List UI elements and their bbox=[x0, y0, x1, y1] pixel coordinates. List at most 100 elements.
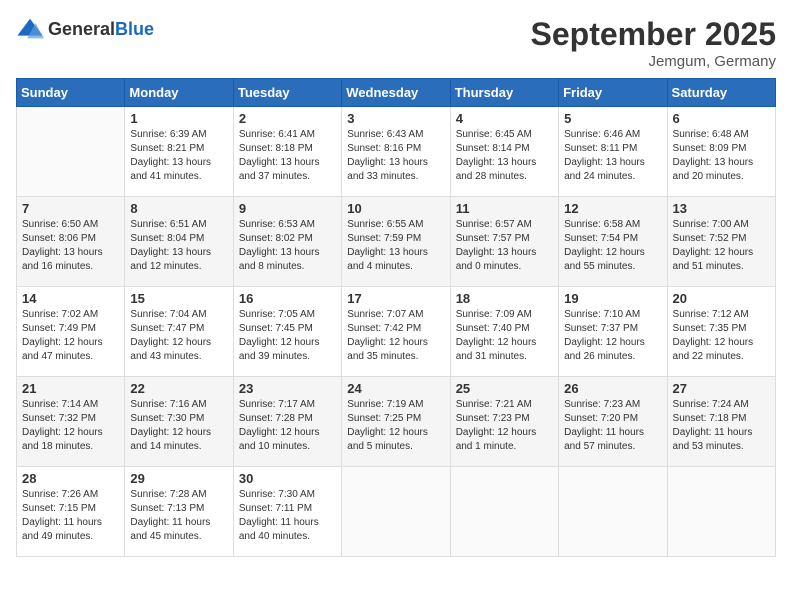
calendar-cell: 21 Sunrise: 7:14 AM Sunset: 7:32 PM Dayli… bbox=[17, 377, 125, 467]
day-info: Sunrise: 7:14 AM Sunset: 7:32 PM Dayligh… bbox=[22, 398, 119, 454]
calendar-week-row: 7 Sunrise: 6:50 AM Sunset: 8:06 PM Daylig… bbox=[17, 197, 776, 287]
day-number: 20 bbox=[673, 291, 770, 306]
logo: GeneralBlue bbox=[16, 16, 154, 44]
day-info: Sunrise: 7:10 AM Sunset: 7:37 PM Dayligh… bbox=[564, 308, 661, 364]
calendar-cell: 30 Sunrise: 7:30 AM Sunset: 7:11 PM Dayli… bbox=[233, 467, 341, 557]
day-number: 29 bbox=[130, 471, 227, 486]
day-number: 13 bbox=[673, 201, 770, 216]
day-info: Sunrise: 6:58 AM Sunset: 7:54 PM Dayligh… bbox=[564, 218, 661, 274]
weekday-header: Monday bbox=[125, 79, 233, 107]
day-info: Sunrise: 7:00 AM Sunset: 7:52 PM Dayligh… bbox=[673, 218, 770, 274]
calendar-cell: 26Sunrise: 7:23 AM Sunset: 7:20 PM Dayli… bbox=[559, 377, 667, 467]
day-info: Sunrise: 7:17 AM Sunset: 7:28 PM Dayligh… bbox=[239, 398, 336, 454]
day-number: 16 bbox=[239, 291, 336, 306]
calendar-cell: 15Sunrise: 7:04 AM Sunset: 7:47 PM Dayli… bbox=[125, 287, 233, 377]
weekday-header: Saturday bbox=[667, 79, 775, 107]
calendar-cell: 27 Sunrise: 7:24 AM Sunset: 7:18 PM Dayli… bbox=[667, 377, 775, 467]
logo-general: GeneralBlue bbox=[48, 20, 154, 40]
day-info: Sunrise: 6:46 AM Sunset: 8:11 PM Dayligh… bbox=[564, 128, 661, 184]
day-number: 11 bbox=[456, 201, 553, 216]
header: GeneralBlue September 2025 Jemgum, Germa… bbox=[16, 16, 776, 70]
day-info: Sunrise: 7:30 AM Sunset: 7:11 PM Dayligh… bbox=[239, 488, 336, 544]
calendar-cell: 20Sunrise: 7:12 AM Sunset: 7:35 PM Dayli… bbox=[667, 287, 775, 377]
day-info: Sunrise: 6:45 AM Sunset: 8:14 PM Dayligh… bbox=[456, 128, 553, 184]
calendar-cell: 14 Sunrise: 7:02 AM Sunset: 7:49 PM Dayli… bbox=[17, 287, 125, 377]
day-info: Sunrise: 7:26 AM Sunset: 7:15 PM Dayligh… bbox=[22, 488, 119, 544]
calendar-cell: 8 Sunrise: 6:51 AM Sunset: 8:04 PM Daylig… bbox=[125, 197, 233, 287]
day-number: 9 bbox=[239, 201, 336, 216]
calendar-cell: 3 Sunrise: 6:43 AM Sunset: 8:16 PM Daylig… bbox=[342, 107, 450, 197]
calendar-table: SundayMondayTuesdayWednesdayThursdayFrid… bbox=[16, 78, 776, 557]
calendar-cell: 2Sunrise: 6:41 AM Sunset: 8:18 PM Daylig… bbox=[233, 107, 341, 197]
calendar-cell: 23 Sunrise: 7:17 AM Sunset: 7:28 PM Dayli… bbox=[233, 377, 341, 467]
calendar-cell: 28 Sunrise: 7:26 AM Sunset: 7:15 PM Dayli… bbox=[17, 467, 125, 557]
calendar-cell: 5 Sunrise: 6:46 AM Sunset: 8:11 PM Daylig… bbox=[559, 107, 667, 197]
day-number: 3 bbox=[347, 111, 444, 126]
calendar-cell bbox=[17, 107, 125, 197]
calendar-cell: 29 Sunrise: 7:28 AM Sunset: 7:13 PM Dayli… bbox=[125, 467, 233, 557]
day-info: Sunrise: 6:57 AM Sunset: 7:57 PM Dayligh… bbox=[456, 218, 553, 274]
day-number: 27 bbox=[673, 381, 770, 396]
day-info: Sunrise: 7:16 AM Sunset: 7:30 PM Dayligh… bbox=[130, 398, 227, 454]
day-info: Sunrise: 7:24 AM Sunset: 7:18 PM Dayligh… bbox=[673, 398, 770, 454]
day-info: Sunrise: 7:04 AM Sunset: 7:47 PM Dayligh… bbox=[130, 308, 227, 364]
calendar-cell bbox=[342, 467, 450, 557]
calendar-cell: 17 Sunrise: 7:07 AM Sunset: 7:42 PM Dayli… bbox=[342, 287, 450, 377]
calendar-cell: 1 Sunrise: 6:39 AM Sunset: 8:21 PM Daylig… bbox=[125, 107, 233, 197]
calendar-cell: 18 Sunrise: 7:09 AM Sunset: 7:40 PM Dayli… bbox=[450, 287, 558, 377]
weekday-header: Sunday bbox=[17, 79, 125, 107]
calendar-cell: 24 Sunrise: 7:19 AM Sunset: 7:25 PM Dayli… bbox=[342, 377, 450, 467]
day-number: 17 bbox=[347, 291, 444, 306]
day-info: Sunrise: 6:51 AM Sunset: 8:04 PM Dayligh… bbox=[130, 218, 227, 274]
day-number: 6 bbox=[673, 111, 770, 126]
day-info: Sunrise: 7:19 AM Sunset: 7:25 PM Dayligh… bbox=[347, 398, 444, 454]
day-number: 18 bbox=[456, 291, 553, 306]
day-number: 2 bbox=[239, 111, 336, 126]
day-info: Sunrise: 6:43 AM Sunset: 8:16 PM Dayligh… bbox=[347, 128, 444, 184]
day-info: Sunrise: 7:02 AM Sunset: 7:49 PM Dayligh… bbox=[22, 308, 119, 364]
day-info: Sunrise: 7:21 AM Sunset: 7:23 PM Dayligh… bbox=[456, 398, 553, 454]
title-area: September 2025 Jemgum, Germany bbox=[531, 16, 776, 70]
day-number: 21 bbox=[22, 381, 119, 396]
weekday-header: Friday bbox=[559, 79, 667, 107]
calendar-cell: 4 Sunrise: 6:45 AM Sunset: 8:14 PM Daylig… bbox=[450, 107, 558, 197]
day-number: 4 bbox=[456, 111, 553, 126]
location: Jemgum, Germany bbox=[531, 53, 776, 70]
day-number: 1 bbox=[130, 111, 227, 126]
day-info: Sunrise: 6:50 AM Sunset: 8:06 PM Dayligh… bbox=[22, 218, 119, 274]
calendar-week-row: 28 Sunrise: 7:26 AM Sunset: 7:15 PM Dayli… bbox=[17, 467, 776, 557]
day-info: Sunrise: 6:39 AM Sunset: 8:21 PM Dayligh… bbox=[130, 128, 227, 184]
day-info: Sunrise: 7:28 AM Sunset: 7:13 PM Dayligh… bbox=[130, 488, 227, 544]
calendar-cell: 25 Sunrise: 7:21 AM Sunset: 7:23 PM Dayli… bbox=[450, 377, 558, 467]
calendar-cell bbox=[450, 467, 558, 557]
calendar-cell: 6 Sunrise: 6:48 AM Sunset: 8:09 PM Daylig… bbox=[667, 107, 775, 197]
calendar-week-row: 14 Sunrise: 7:02 AM Sunset: 7:49 PM Dayli… bbox=[17, 287, 776, 377]
day-number: 14 bbox=[22, 291, 119, 306]
calendar-cell: 7 Sunrise: 6:50 AM Sunset: 8:06 PM Daylig… bbox=[17, 197, 125, 287]
day-info: Sunrise: 6:48 AM Sunset: 8:09 PM Dayligh… bbox=[673, 128, 770, 184]
day-info: Sunrise: 7:09 AM Sunset: 7:40 PM Dayligh… bbox=[456, 308, 553, 364]
weekday-header-row: SundayMondayTuesdayWednesdayThursdayFrid… bbox=[17, 79, 776, 107]
day-info: Sunrise: 6:53 AM Sunset: 8:02 PM Dayligh… bbox=[239, 218, 336, 274]
weekday-header: Thursday bbox=[450, 79, 558, 107]
day-number: 26 bbox=[564, 381, 661, 396]
weekday-header: Tuesday bbox=[233, 79, 341, 107]
day-number: 25 bbox=[456, 381, 553, 396]
calendar-cell bbox=[559, 467, 667, 557]
calendar-cell: 13 Sunrise: 7:00 AM Sunset: 7:52 PM Dayli… bbox=[667, 197, 775, 287]
day-number: 30 bbox=[239, 471, 336, 486]
day-number: 12 bbox=[564, 201, 661, 216]
day-number: 8 bbox=[130, 201, 227, 216]
day-number: 7 bbox=[22, 201, 119, 216]
calendar-week-row: 1 Sunrise: 6:39 AM Sunset: 8:21 PM Daylig… bbox=[17, 107, 776, 197]
calendar-cell: 19Sunrise: 7:10 AM Sunset: 7:37 PM Dayli… bbox=[559, 287, 667, 377]
day-number: 5 bbox=[564, 111, 661, 126]
calendar-cell: 16Sunrise: 7:05 AM Sunset: 7:45 PM Dayli… bbox=[233, 287, 341, 377]
day-info: Sunrise: 7:07 AM Sunset: 7:42 PM Dayligh… bbox=[347, 308, 444, 364]
day-info: Sunrise: 6:55 AM Sunset: 7:59 PM Dayligh… bbox=[347, 218, 444, 274]
calendar-cell bbox=[667, 467, 775, 557]
calendar-cell: 11 Sunrise: 6:57 AM Sunset: 7:57 PM Dayli… bbox=[450, 197, 558, 287]
day-number: 23 bbox=[239, 381, 336, 396]
day-number: 24 bbox=[347, 381, 444, 396]
day-number: 28 bbox=[22, 471, 119, 486]
